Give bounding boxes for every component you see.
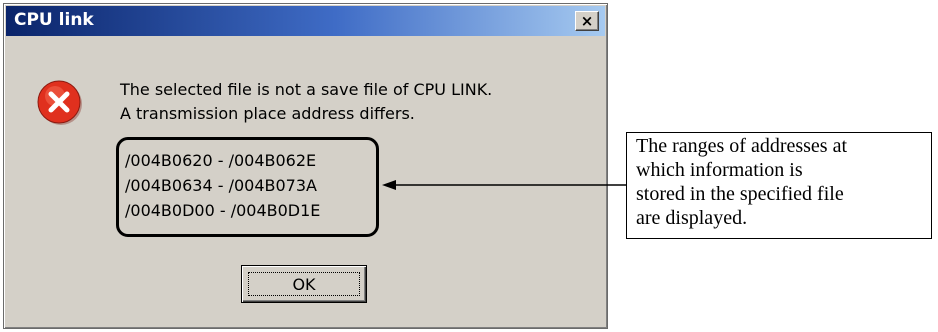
address-range-list: /004B0620 - /004B062E /004B0634 - /004B0… [116,137,379,237]
title-bar[interactable]: CPU link × [6,6,605,36]
message-line: The selected file is not a save file of … [120,80,493,99]
close-icon: × [580,11,594,30]
ok-button[interactable]: OK [241,265,367,303]
callout-arrow [382,180,626,190]
error-icon [37,80,82,125]
annotation-line: which information is [636,159,803,181]
address-range: /004B0620 - /004B062E [125,151,317,170]
dialog-title: CPU link [14,10,94,30]
address-range: /004B0D00 - /004B0D1E [125,201,321,220]
annotation-line: are displayed. [636,207,748,229]
annotation-line: The ranges of addresses at [636,135,848,157]
address-range: /004B0634 - /004B073A [125,176,317,195]
focus-rectangle [248,272,360,296]
annotation-callout: The ranges of addresses at which informa… [626,132,932,239]
error-message: The selected file is not a save file of … [120,78,492,126]
close-button[interactable]: × [575,11,599,31]
cpu-link-dialog: CPU link × The selected file is not a sa… [3,3,608,329]
annotation-line: stored in the specified file [636,183,844,205]
screenshot-stage: CPU link × The selected file is not a sa… [0,0,938,332]
message-line: A transmission place address differs. [120,104,415,123]
